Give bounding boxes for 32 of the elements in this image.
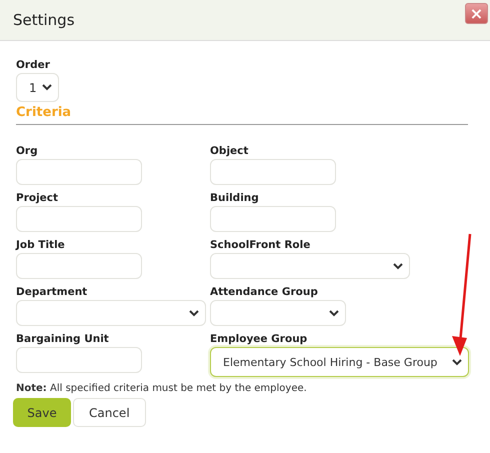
chevron-icon: [452, 358, 462, 366]
field-label: Bargaining Unit: [16, 333, 109, 346]
window-title: Settings: [13, 11, 75, 29]
input-field[interactable]: [210, 206, 336, 232]
chevron-icon: [189, 310, 199, 316]
field-label: Attendance Group: [210, 286, 318, 299]
field-label: Project: [16, 192, 58, 205]
field-label: Order: [16, 59, 51, 72]
chevron-icon: [42, 84, 52, 91]
chevron-icon: [329, 310, 339, 316]
order-select[interactable]: 1: [16, 73, 59, 102]
dropdown[interactable]: [210, 253, 410, 279]
field-label: Building: [210, 192, 259, 205]
save-button[interactable]: Save: [13, 398, 71, 427]
input-field[interactable]: [16, 347, 142, 373]
input-field[interactable]: [16, 253, 142, 279]
dropdown[interactable]: Elementary School Hiring - Base Group: [210, 347, 469, 377]
chevron-icon: [393, 262, 403, 270]
input-field[interactable]: [210, 159, 336, 185]
section-heading: Criteria: [16, 105, 468, 125]
dropdown[interactable]: [210, 300, 346, 326]
dropdown[interactable]: [16, 300, 206, 326]
field-label: Org: [16, 145, 38, 158]
cancel-button[interactable]: Cancel: [73, 398, 146, 427]
input-field[interactable]: [16, 159, 142, 185]
field-label: Object: [210, 145, 248, 158]
input-field[interactable]: [16, 206, 142, 232]
field-label: Job Title: [16, 239, 65, 252]
field-label: Employee Group: [210, 333, 308, 346]
field-label: Department: [16, 286, 88, 299]
note-text: Note: All specified criteria must be met by the employee.: [16, 383, 308, 394]
field-label: SchoolFront Role: [210, 239, 310, 252]
